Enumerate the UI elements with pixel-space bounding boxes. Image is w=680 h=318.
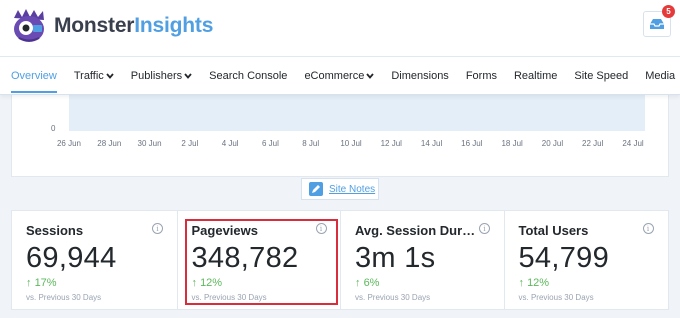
metric-comparison-label: vs. Previous 30 Days	[26, 293, 102, 302]
metric-value: 54,799	[518, 242, 609, 274]
arrow-up-icon: ↑	[191, 277, 198, 289]
x-axis-tick-label: 24 Jul	[622, 139, 644, 148]
brand-name: MonsterInsights	[54, 14, 213, 38]
brand-logo[interactable]: MonsterInsights	[10, 8, 213, 44]
inbox-icon	[650, 19, 664, 29]
x-axis-tick-label: 12 Jul	[380, 139, 402, 148]
x-axis-tick-label: 22 Jul	[582, 139, 604, 148]
nav-item-site-speed[interactable]: Site Speed	[574, 57, 628, 95]
header: MonsterInsights 5 Overview Traffic Publish…	[0, 0, 680, 95]
x-axis-labels: 26 Jun 28 Jun 30 Jun 2 Jul 4 Jul 6 Jul 8 Jul 10…	[12, 139, 670, 151]
metric-card-avg-session-dur: Avg. Session Dur… i 3m 1s ↑ 6% vs. Previous …	[341, 211, 505, 309]
chevron-down-icon	[184, 72, 192, 79]
nav-item-label: Dimensions	[391, 69, 449, 82]
x-axis-tick-label: 18 Jul	[501, 139, 523, 148]
metric-change-value: 17%	[34, 277, 57, 289]
info-icon[interactable]: i	[152, 223, 163, 234]
brand-name-part2: Insights	[134, 14, 214, 37]
chevron-down-icon	[366, 72, 375, 79]
nav-item-ecommerce[interactable]: eCommerce	[304, 57, 375, 95]
nav-item-label: Traffic	[73, 69, 104, 82]
chevron-down-icon	[106, 72, 114, 79]
metric-change-value: 12%	[527, 277, 550, 289]
x-axis-tick-label: 16 Jul	[461, 139, 483, 148]
metric-value: 3m 1s	[355, 242, 436, 274]
metric-change: ↑ 17%	[26, 277, 177, 289]
site-notes-label: Site Notes	[329, 183, 376, 195]
x-axis-tick-label: 26 Jun	[56, 139, 82, 148]
info-icon[interactable]: i	[642, 223, 654, 234]
nav-item-label: Site Speed	[574, 69, 629, 82]
x-axis-tick-label: 2 Jul	[181, 139, 199, 148]
metric-comparison-label: vs. Previous 30 Days	[518, 293, 594, 302]
nav-item-media[interactable]: Media	[645, 57, 675, 95]
x-axis-tick-label: 6 Jul	[261, 139, 279, 148]
metric-change-value: 6%	[363, 277, 380, 289]
nav-item-publishers[interactable]: Publishers	[131, 57, 192, 95]
info-icon[interactable]: i	[315, 223, 327, 234]
nav-item-traffic[interactable]: Traffic	[74, 57, 114, 95]
monster-mascot-icon	[14, 9, 44, 42]
chart-plot-area	[69, 95, 645, 131]
x-axis-tick-label: 20 Jul	[541, 139, 564, 148]
chart-panel: 0 26 Jun 28 Jun 30 Jun 2 Jul 4 Jul 6 Jul 8 Jul…	[11, 95, 669, 177]
nav-item-label: Search Console	[209, 69, 288, 82]
nav-item-label: Media	[645, 69, 676, 82]
metric-comparison-label: vs. Previous 30 Days	[191, 293, 267, 302]
metric-card-sessions: Sessions i 69,944 ↑ 17% vs. Previous 30 Days	[12, 211, 178, 309]
metric-card-total-users: Total Users i 54,799 ↑ 12% vs. Previous 30 D…	[505, 211, 669, 309]
brand-name-part1: Monster	[54, 14, 135, 37]
nav-item-dimensions[interactable]: Dimensions	[391, 57, 448, 95]
metric-change: ↑ 12%	[192, 277, 341, 289]
metrics-row: Sessions i 69,944 ↑ 17% vs. Previous 30 Days…	[11, 210, 669, 310]
x-axis-tick-label: 14 Jul	[420, 139, 443, 148]
metric-value: 69,944	[26, 242, 117, 274]
note-pencil-icon	[309, 182, 323, 196]
main-nav: Overview Traffic Publishers Search Console e…	[0, 56, 680, 94]
metric-card-pageviews: Pageviews i 348,782 ↑ 12% vs. Previous 30 Da…	[178, 211, 341, 309]
nav-item-search-console[interactable]: Search Console	[209, 57, 287, 95]
nav-item-label: Realtime	[513, 69, 558, 82]
notification-count-badge: 5	[662, 5, 675, 18]
nav-item-label: eCommerce	[304, 69, 365, 82]
site-notes-button[interactable]: Site Notes	[301, 178, 379, 200]
metric-value: 348,782	[191, 242, 299, 274]
info-icon[interactable]: i	[479, 223, 490, 234]
x-axis-tick-label: 8 Jul	[302, 139, 320, 148]
nav-item-label: Forms	[465, 69, 497, 82]
x-axis-tick-label: 4 Jul	[221, 139, 239, 148]
nav-item-overview[interactable]: Overview	[11, 57, 57, 95]
nav-item-label: Overview	[11, 69, 57, 82]
x-axis-tick-label: 10 Jul	[340, 139, 362, 148]
x-axis-tick-label: 30 Jun	[137, 139, 162, 148]
nav-item-label: Publishers	[130, 69, 183, 82]
x-axis-tick-label: 28 Jun	[97, 139, 122, 148]
nav-item-realtime[interactable]: Realtime	[514, 57, 557, 95]
arrow-up-icon: ↑	[518, 277, 525, 289]
y-axis-zero-label: 0	[51, 124, 56, 133]
metric-change-value: 12%	[200, 277, 223, 289]
metric-change: ↑ 12%	[519, 277, 669, 289]
arrow-up-icon: ↑	[26, 277, 32, 289]
arrow-up-icon: ↑	[355, 277, 361, 289]
metric-change: ↑ 6%	[355, 277, 504, 289]
nav-item-forms[interactable]: Forms	[466, 57, 497, 95]
metric-comparison-label: vs. Previous 30 Days	[355, 293, 431, 302]
